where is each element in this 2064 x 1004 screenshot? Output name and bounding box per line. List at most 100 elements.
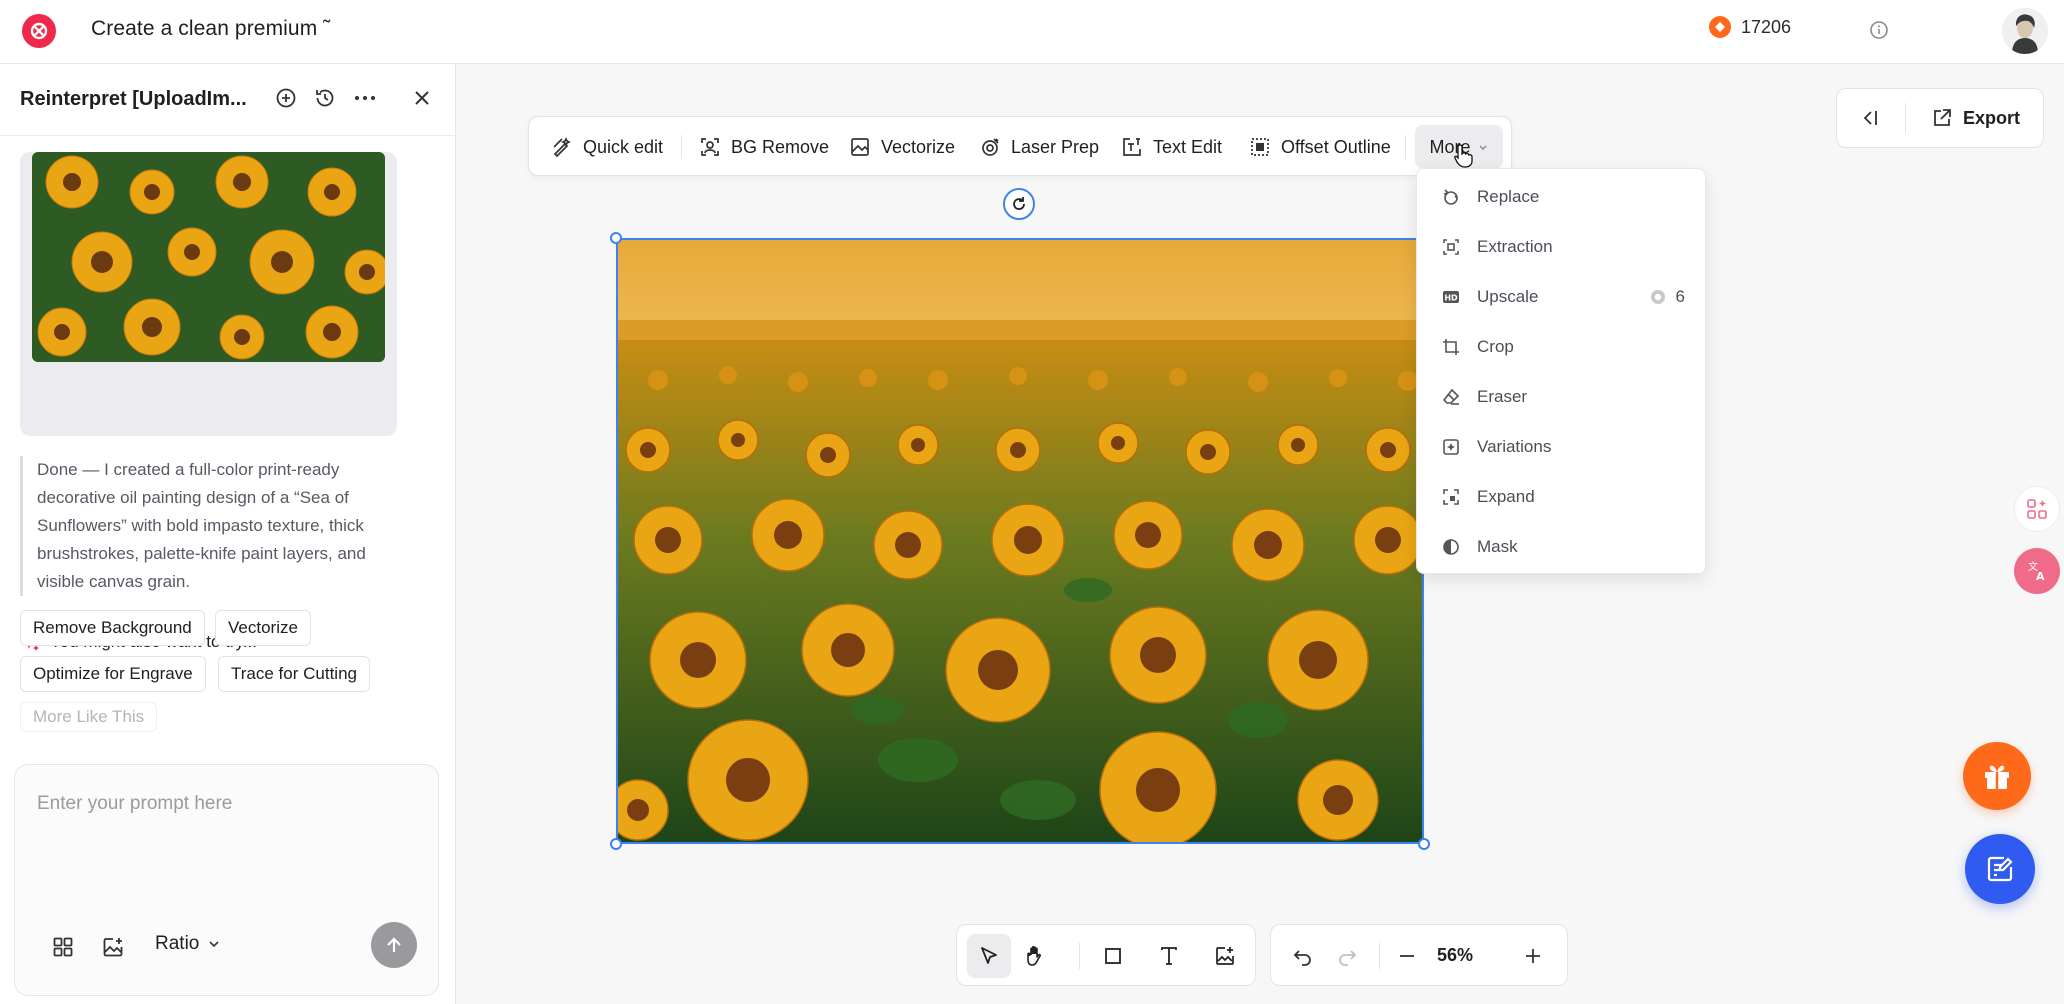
zoom-level[interactable]: 56% xyxy=(1437,945,1473,966)
assistant-message: Done — I created a full-color print-read… xyxy=(20,456,410,596)
resize-handle-bottom-right[interactable] xyxy=(1418,838,1430,850)
menu-item-replace[interactable]: Replace xyxy=(1417,172,1707,222)
bg-remove-button[interactable]: BG Remove xyxy=(699,131,829,163)
send-button[interactable] xyxy=(371,922,417,968)
prompt-input[interactable] xyxy=(37,793,417,815)
vectorize-label: Vectorize xyxy=(881,136,956,157)
resize-handle-top-left[interactable] xyxy=(610,232,622,244)
eraser-icon xyxy=(1442,388,1460,405)
menu-item-eraser[interactable]: Eraser xyxy=(1417,372,1707,422)
user-avatar-icon[interactable] xyxy=(2002,8,2048,54)
redo-icon[interactable] xyxy=(1325,934,1369,978)
quick-edit-button[interactable]: Quick edit xyxy=(551,131,663,163)
export-icon xyxy=(1934,109,1951,126)
prompt-box: Ratio xyxy=(14,764,439,996)
expand-icon xyxy=(1443,489,1459,505)
offset-outline-label: Offset Outline xyxy=(1281,136,1391,157)
gift-icon[interactable] xyxy=(1963,742,2031,810)
upscale-cost-badge: 6 xyxy=(1650,287,1685,307)
chevron-down-icon xyxy=(207,937,221,951)
more-options-icon[interactable] xyxy=(352,86,378,110)
chevron-down-icon xyxy=(1479,145,1486,150)
generated-image-card[interactable] xyxy=(20,152,397,436)
chip-remove-background[interactable]: Remove Background xyxy=(20,610,205,646)
canvas-image[interactable] xyxy=(610,232,1430,850)
eraser-label: Eraser xyxy=(1477,387,1528,406)
crop-label: Crop xyxy=(1477,337,1514,356)
close-icon[interactable] xyxy=(410,86,434,110)
chip-vectorize[interactable]: Vectorize xyxy=(215,610,311,646)
generated-image-thumbnail[interactable] xyxy=(32,152,385,362)
mask-label: Mask xyxy=(1477,537,1518,556)
replace-icon xyxy=(1443,189,1458,205)
extraction-label: Extraction xyxy=(1477,237,1553,256)
variations-label: Variations xyxy=(1477,437,1552,456)
zoom-out-icon[interactable] xyxy=(1385,934,1429,978)
menu-item-expand[interactable]: Expand xyxy=(1417,472,1707,522)
ai-tools-icon[interactable] xyxy=(2014,486,2060,532)
chat-panel: Reinterpret [UploadIm... Done — I create… xyxy=(0,64,456,1004)
credits-count: 17206 xyxy=(1740,16,1791,37)
ratio-select[interactable]: Ratio xyxy=(155,933,221,955)
zoom-in-icon[interactable] xyxy=(1511,934,1555,978)
expand-label: Expand xyxy=(1477,487,1535,506)
hand-tool-icon[interactable] xyxy=(1013,934,1057,978)
sunflower-painting xyxy=(618,240,1422,842)
menu-item-upscale[interactable]: HD Upscale 6 xyxy=(1417,272,1707,322)
info-icon[interactable] xyxy=(1868,19,1890,41)
laser-prep-label: Laser Prep xyxy=(1011,136,1100,157)
text-edit-button[interactable]: Text Edit xyxy=(1121,131,1222,163)
export-label: Export xyxy=(1963,107,2021,128)
crop-icon xyxy=(1443,339,1459,355)
undo-icon[interactable] xyxy=(1281,934,1325,978)
collapse-panel-icon[interactable] xyxy=(1859,107,1881,129)
vectorize-icon xyxy=(851,138,869,156)
credit-icon xyxy=(1650,290,1665,304)
resize-handle-bottom-left[interactable] xyxy=(610,838,622,850)
panel-header: Reinterpret [UploadIm... xyxy=(0,64,456,136)
brand-logo-icon[interactable] xyxy=(22,14,56,48)
hd-icon: HD xyxy=(1443,291,1459,303)
upscale-cost: 6 xyxy=(1675,287,1685,306)
vectorize-button[interactable]: Vectorize xyxy=(849,131,955,163)
menu-item-crop[interactable]: Crop xyxy=(1417,322,1707,372)
select-tool-icon[interactable] xyxy=(967,934,1011,978)
chip-optimize-for-engrave[interactable]: Optimize for Engrave xyxy=(20,656,206,692)
chip-trace-for-cutting[interactable]: Trace for Cutting xyxy=(218,656,370,692)
canvas-tools-bar xyxy=(956,924,1256,986)
zoom-bar: 56% xyxy=(1270,924,1568,986)
laser-prep-button[interactable]: Laser Prep xyxy=(979,131,1099,163)
add-image-icon[interactable] xyxy=(101,935,125,959)
document-title[interactable]: Create a clean premium ˜ xyxy=(91,17,330,41)
grid-icon[interactable] xyxy=(51,935,75,959)
hand-pointer-cursor-icon xyxy=(1453,143,1475,169)
menu-item-variations[interactable]: Variations xyxy=(1417,422,1707,472)
rotate-handle[interactable] xyxy=(1003,188,1035,220)
replace-label: Replace xyxy=(1477,187,1540,206)
menu-item-extraction[interactable]: Extraction xyxy=(1417,222,1707,272)
image-toolbar: Quick edit BG Remove Vectorize Laser Pre… xyxy=(528,116,1512,176)
ratio-label: Ratio xyxy=(155,933,200,954)
arrow-up-icon xyxy=(387,937,401,952)
add-image-tool-icon[interactable] xyxy=(1203,934,1247,978)
more-dropdown-menu: Replace Extraction HD Upscale 6 Crop Era… xyxy=(1416,168,1706,574)
offset-outline-icon xyxy=(1251,138,1269,156)
history-icon[interactable] xyxy=(313,86,337,110)
mask-icon xyxy=(1443,539,1459,555)
rectangle-tool-icon[interactable] xyxy=(1091,934,1135,978)
text-edit-icon xyxy=(1123,138,1141,156)
feedback-icon[interactable] xyxy=(1965,834,2035,904)
export-button[interactable]: Export xyxy=(1931,107,2020,129)
rotate-icon xyxy=(1013,197,1025,210)
new-chat-icon[interactable] xyxy=(274,86,298,110)
bg-remove-label: BG Remove xyxy=(731,136,830,157)
magic-pen-icon xyxy=(553,137,571,158)
coin-icon xyxy=(1708,16,1731,38)
credits-display[interactable]: 17206 xyxy=(1708,16,1791,38)
menu-item-mask[interactable]: Mask xyxy=(1417,522,1707,572)
translate-icon[interactable]: 文A xyxy=(2014,548,2060,594)
offset-outline-button[interactable]: Offset Outline xyxy=(1249,131,1391,163)
chip-more-like-this[interactable]: More Like This xyxy=(20,702,158,732)
text-tool-icon[interactable] xyxy=(1147,934,1191,978)
text-edit-label: Text Edit xyxy=(1153,136,1223,157)
